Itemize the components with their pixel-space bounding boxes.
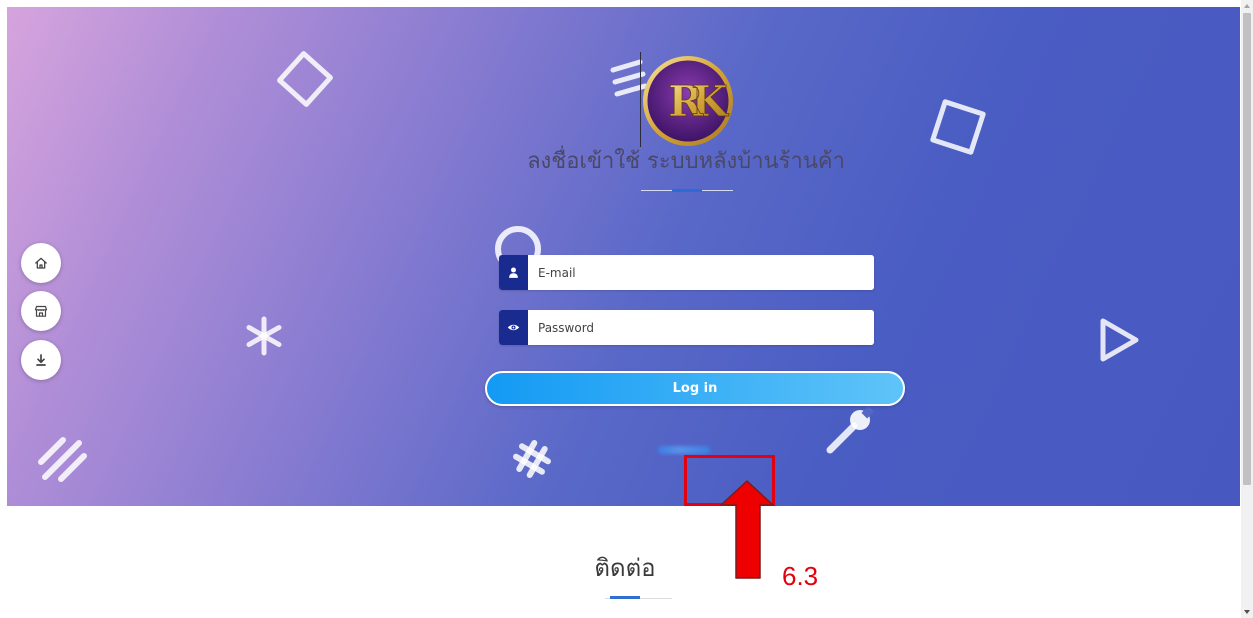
download-icon [36, 354, 46, 366]
user-icon [499, 255, 528, 290]
eye-icon [499, 310, 528, 345]
annotation-step-label: 6.3 [782, 561, 819, 591]
text-cursor [640, 52, 641, 147]
password-input[interactable] [528, 310, 874, 345]
side-download-button[interactable] [21, 340, 61, 380]
title-underline-accent [672, 189, 702, 192]
contact-underline-accent [610, 596, 640, 599]
store-icon [34, 305, 48, 317]
login-page: RK ลงชื่อเข้าใช้ ระบบหลังบ้านร้านค้า E-m… [0, 0, 1253, 618]
password-field [499, 310, 874, 345]
blurred-link[interactable] [658, 446, 710, 454]
brand-logo: RK [643, 56, 734, 146]
side-store-button[interactable] [21, 291, 61, 331]
email-field [499, 255, 874, 290]
scrollbar-thumb[interactable] [1243, 13, 1251, 485]
side-home-button[interactable] [21, 243, 61, 283]
vertical-scrollbar[interactable] [1241, 0, 1253, 618]
scroll-down-icon[interactable] [1241, 607, 1253, 617]
scroll-up-icon[interactable] [1241, 1, 1253, 11]
contact-heading: ติดต่อ [594, 554, 656, 582]
email-input[interactable] [528, 255, 874, 290]
login-title: ลงชื่อเข้าใช้ ระบบหลังบ้านร้านค้า [527, 149, 845, 174]
login-button[interactable]: Log in [485, 371, 905, 406]
annotation-box [684, 455, 775, 506]
home-icon [35, 257, 47, 269]
